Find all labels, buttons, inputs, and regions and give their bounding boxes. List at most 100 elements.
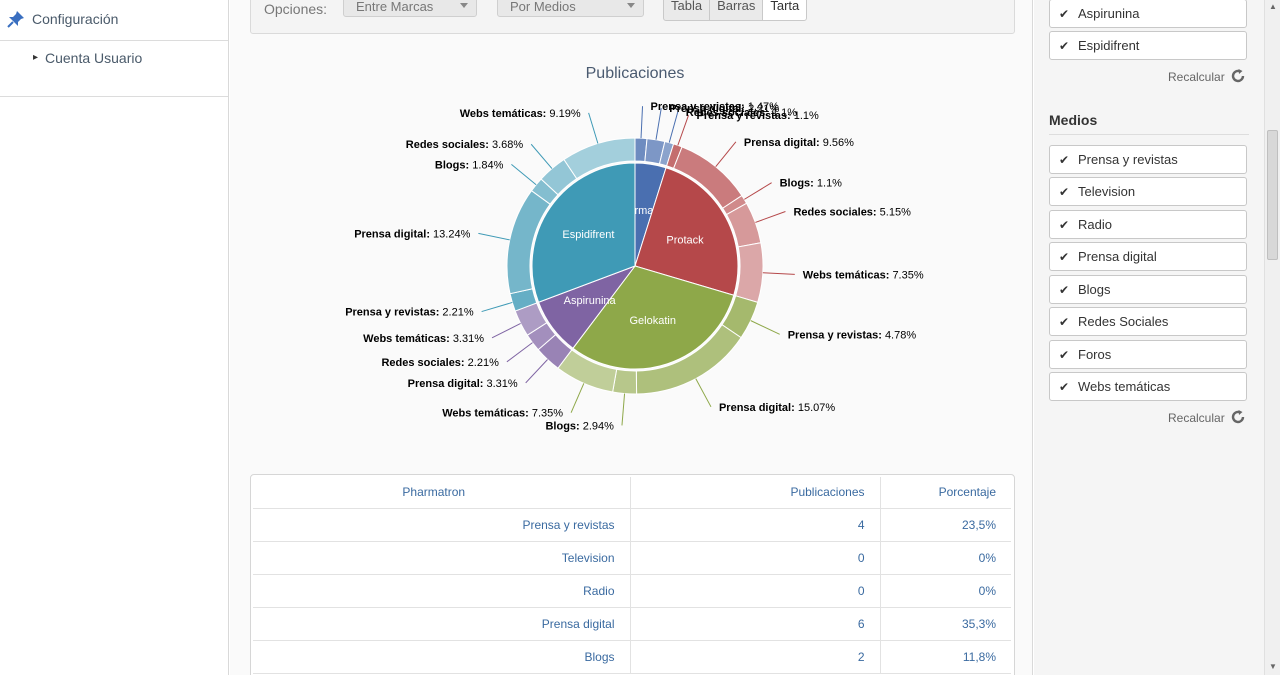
slice-label: Prensa digital: 9.56% (744, 137, 854, 149)
table-row: Prensa y revistas 4 23,5% (253, 508, 1011, 542)
table-cell: 11,8% (880, 640, 1011, 674)
table-cell: Television (253, 541, 631, 575)
label-connector (511, 163, 537, 186)
checkbox-label: Webs temáticas (1078, 379, 1171, 394)
dropdown-value: Entre Marcas (356, 0, 434, 14)
table-cell: Prensa digital (253, 607, 631, 641)
label-connector (530, 143, 553, 169)
sidebar-item-label: Cuenta Usuario (45, 50, 143, 66)
label-connector (677, 115, 690, 146)
table-cell: 4 (630, 508, 881, 542)
label-connector (481, 301, 513, 313)
outer-slice[interactable] (735, 242, 764, 303)
table-row: Blogs 2 11,8% (253, 640, 1011, 674)
column-header-porcentaje[interactable]: Porcentaje (880, 477, 1011, 509)
checkmark-icon: ✔ (1059, 315, 1070, 329)
medio-checkbox-television[interactable]: ✔ Television (1049, 177, 1247, 206)
slice-label: Prensa digital: 13.24% (354, 228, 470, 240)
vertical-scrollbar[interactable]: ▲ ▼ (1264, 0, 1280, 675)
checkmark-icon: ✔ (1059, 250, 1070, 264)
checkmark-icon: ✔ (1059, 380, 1070, 394)
table-cell: Radio (253, 574, 631, 608)
sidebar-item-cuenta-usuario[interactable]: ▸ Cuenta Usuario (0, 41, 228, 97)
checkbox-label: Prensa digital (1078, 249, 1157, 264)
brand-checkbox-espidifrent[interactable]: ✔ Espidifrent (1049, 31, 1247, 60)
label-connector (525, 359, 548, 384)
table-cell: 0% (880, 541, 1011, 575)
checkbox-label: Prensa y revistas (1078, 152, 1178, 167)
slice-label: Webs temáticas: 3.31% (363, 333, 484, 345)
table-cell: Prensa y revistas (253, 508, 631, 542)
slice-label: Prensa y revistas: 2.21% (345, 307, 474, 319)
sidebar-item-configuracion[interactable]: Configuración (0, 0, 228, 41)
scrollbar-thumb[interactable] (1267, 130, 1278, 260)
table-row: Radio 0 0% (253, 574, 1011, 608)
checkmark-icon: ✔ (1059, 348, 1070, 362)
checkbox-label: Foros (1078, 347, 1112, 362)
data-table: Pharmatron Publicaciones Porcentaje Pren… (253, 477, 1011, 674)
checkmark-icon: ✔ (1059, 153, 1070, 167)
label-connector (715, 141, 737, 167)
inner-slice-label: Espidifrent (562, 229, 614, 241)
slice-label: Prensa y revistas: 4.78% (788, 329, 917, 341)
pie-chart: Publicaciones Pharmatron Protack Gelokatin A… (230, 40, 1033, 460)
table-cell: 2 (630, 640, 881, 674)
medio-checkbox-webs-tematicas[interactable]: ✔ Webs temáticas (1049, 372, 1247, 401)
medio-checkbox-blogs[interactable]: ✔ Blogs (1049, 275, 1247, 304)
label-connector (570, 383, 585, 413)
chevron-down-icon (460, 3, 468, 8)
medios-section-title: Medios (1049, 112, 1098, 128)
table-cell: 0 (630, 541, 881, 575)
medio-checkbox-prensa-revistas[interactable]: ✔ Prensa y revistas (1049, 145, 1247, 174)
view-tabla-button[interactable]: Tabla (663, 0, 711, 21)
checkmark-icon: ✔ (1059, 7, 1070, 21)
slice-label: Prensa digital: 15.07% (719, 402, 835, 414)
recalcular-link[interactable]: Recalcular (1168, 411, 1225, 425)
checkmark-icon: ✔ (1059, 39, 1070, 53)
scroll-down-arrow-icon[interactable]: ▼ (1269, 662, 1277, 671)
medio-checkbox-foros[interactable]: ✔ Foros (1049, 340, 1247, 369)
slice-label: Redes sociales: 2.21% (381, 357, 499, 369)
left-sidebar: Configuración ▸ Cuenta Usuario (0, 0, 229, 675)
table-row: Television 0 0% (253, 541, 1011, 575)
chevron-down-icon (627, 3, 635, 8)
table-header-row: Pharmatron Publicaciones Porcentaje (253, 477, 1011, 509)
medio-checkbox-radio[interactable]: ✔ Radio (1049, 210, 1247, 239)
label-connector (755, 211, 786, 223)
slice-label: Blogs: 1.1% (780, 178, 843, 190)
label-connector (506, 342, 533, 363)
label-connector (762, 272, 795, 275)
label-connector (478, 232, 510, 241)
brand-checkbox-aspirunina[interactable]: ✔ Aspirunina (1049, 0, 1247, 28)
label-connector (588, 112, 599, 144)
inner-slice-label: Gelokatin (629, 315, 675, 327)
view-tarta-button[interactable]: Tarta (762, 0, 808, 21)
view-barras-button[interactable]: Barras (709, 0, 764, 21)
checkbox-label: Aspirunina (1078, 6, 1140, 21)
recalcular-link[interactable]: Recalcular (1168, 70, 1225, 84)
slice-label: Webs temáticas: 9.19% (460, 108, 581, 120)
checkbox-label: Espidifrent (1078, 38, 1140, 53)
table-cell: 6 (630, 607, 881, 641)
options-panel: Opciones: Entre Marcas Por Medios Tabla … (250, 0, 1015, 34)
checkbox-label: Blogs (1078, 282, 1111, 297)
right-filter-panel: ✔ Aspirunina ✔ Espidifrent Recalcular Me… (1034, 0, 1264, 675)
column-header-publicaciones[interactable]: Publicaciones (630, 477, 881, 509)
label-connector (695, 378, 712, 408)
caret-right-icon: ▸ (33, 52, 39, 63)
refresh-icon[interactable] (1230, 68, 1246, 84)
label-connector (640, 106, 644, 139)
medio-checkbox-redes-sociales[interactable]: ✔ Redes Sociales (1049, 307, 1247, 336)
medio-checkbox-prensa-digital[interactable]: ✔ Prensa digital (1049, 242, 1247, 271)
refresh-icon[interactable] (1230, 409, 1246, 425)
table-cell: Blogs (253, 640, 631, 674)
grouping-dropdown[interactable]: Por Medios (497, 0, 644, 17)
checkbox-label: Television (1078, 184, 1136, 199)
chart-title: Publicaciones (586, 65, 685, 82)
column-header-brand[interactable]: Pharmatron (253, 477, 631, 509)
slice-label: Webs temáticas: 7.35% (442, 408, 563, 420)
comparison-dropdown[interactable]: Entre Marcas (343, 0, 477, 17)
scroll-up-arrow-icon[interactable]: ▲ (1269, 2, 1277, 11)
slice-label: Prensa y revistas: 1.1% (697, 110, 820, 122)
sidebar-item-label: Configuración (32, 11, 119, 27)
